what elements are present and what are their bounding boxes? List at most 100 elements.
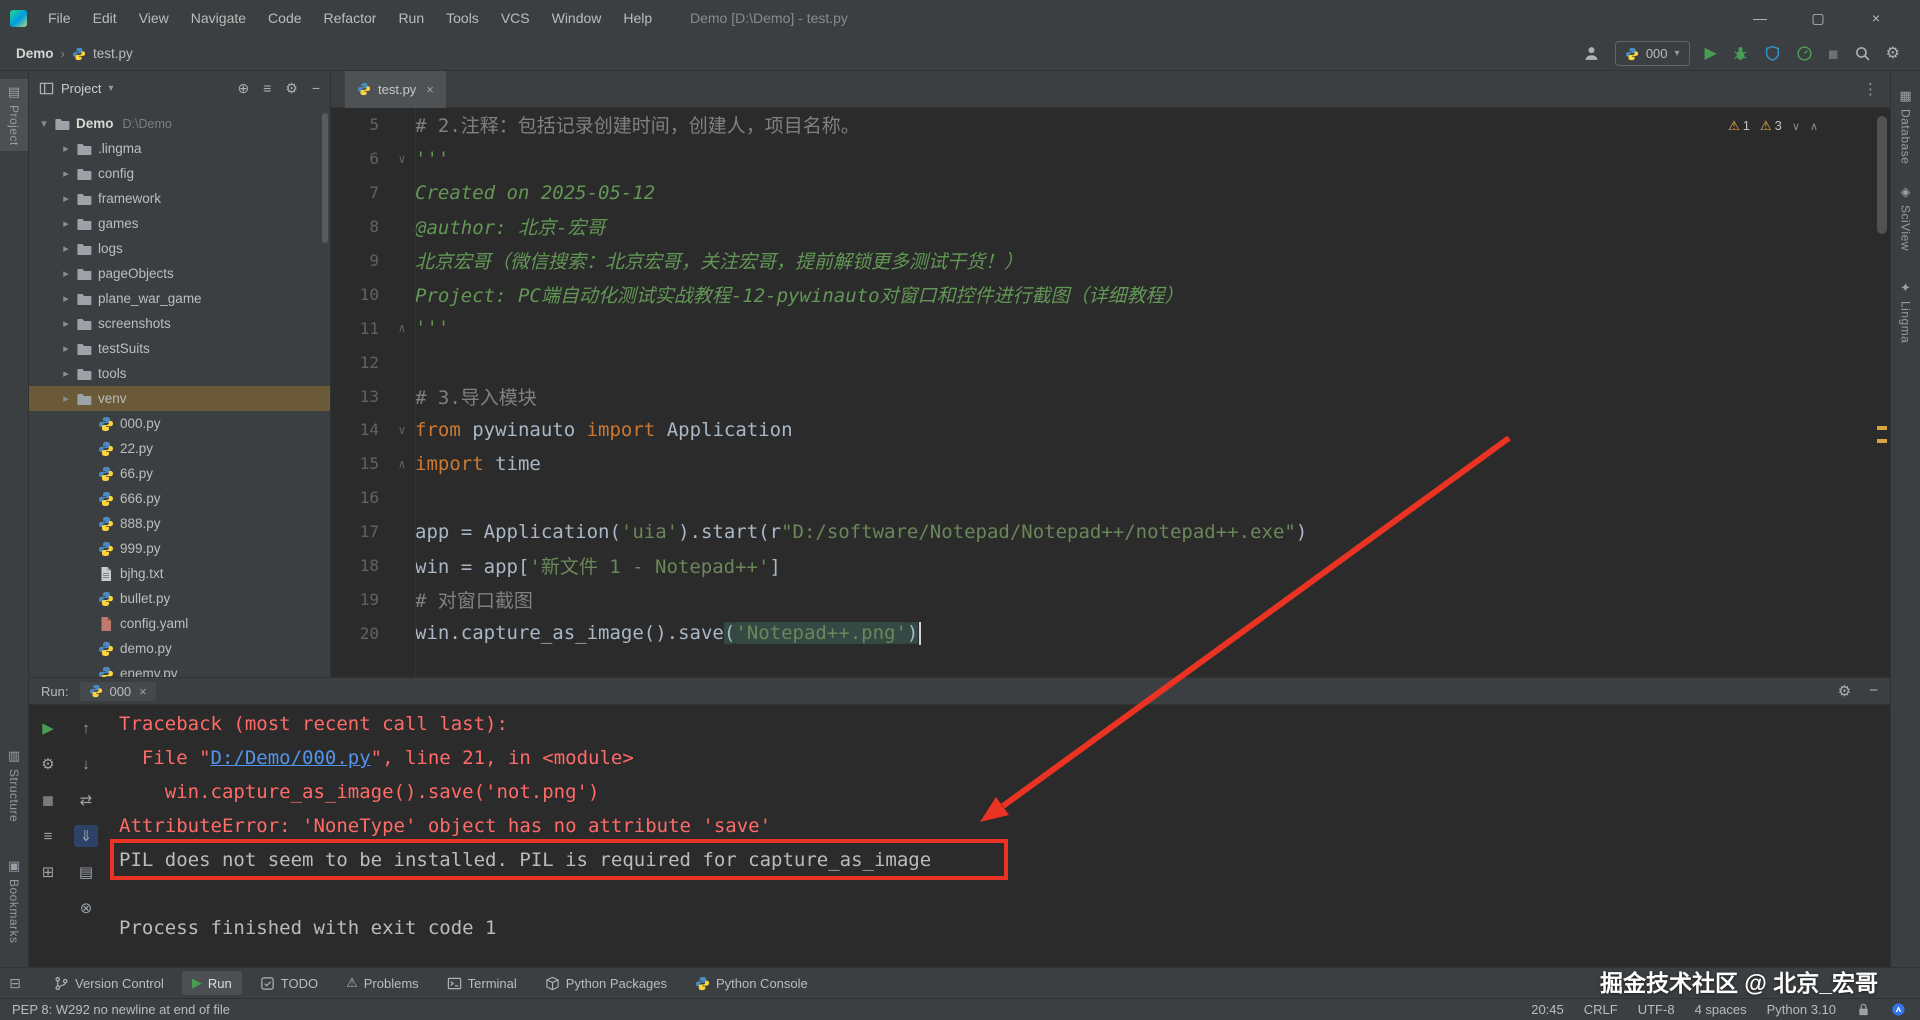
tree-item-bullet-py[interactable]: bullet.py — [29, 586, 330, 611]
hide-panel-button[interactable]: − — [312, 80, 320, 97]
toolwindow-button-python-console[interactable]: Python Console — [685, 972, 818, 995]
editor-tab-test-py[interactable]: test.py × — [345, 70, 446, 108]
menu-item-vcs[interactable]: VCS — [490, 0, 541, 37]
breadcrumb-project[interactable]: Demo — [16, 46, 54, 61]
tree-item--lingma[interactable]: ▸ .lingma — [29, 136, 330, 161]
settings-gear-button[interactable]: ⚙ — [1886, 45, 1900, 62]
panel-settings-button[interactable]: ⚙ — [285, 80, 298, 97]
menu-item-help[interactable]: Help — [612, 0, 663, 37]
tree-item-venv[interactable]: ▸ venv — [29, 386, 330, 411]
chevron-right-icon[interactable]: ▸ — [57, 317, 75, 330]
editor-line-11[interactable]: 11 ∧ ''' — [331, 311, 1890, 345]
minimize-button[interactable]: — — [1750, 0, 1770, 37]
tree-item-enemy-py[interactable]: enemy.py — [29, 661, 330, 677]
menu-item-code[interactable]: Code — [257, 0, 312, 37]
chevron-right-icon[interactable]: ▸ — [57, 167, 75, 180]
inspection-warning-count[interactable]: ⚠ 1 — [1728, 118, 1750, 134]
breadcrumb-file[interactable]: test.py — [93, 46, 133, 61]
chevron-right-icon[interactable]: ▸ — [57, 242, 75, 255]
warning-stripe-mark[interactable] — [1877, 426, 1887, 430]
toolwindow-button-todo[interactable]: TODO — [250, 972, 328, 995]
toolwindow-button-problems[interactable]: ⚠ Problems — [336, 971, 429, 995]
tree-item-demo[interactable]: ▾ Demo D:\Demo — [29, 111, 330, 136]
editor-line-5[interactable]: 5 # 2.注释：包括记录创建时间，创建人，项目名称。 — [331, 108, 1890, 142]
chevron-right-icon[interactable]: ▸ — [57, 142, 75, 155]
stripe-button-project[interactable]: ▤ Project — [0, 79, 28, 151]
editor-line-15[interactable]: 15 ∧ import time — [331, 447, 1890, 481]
editor-line-9[interactable]: 9 北京宏哥（微信搜索：北京宏哥，关注宏哥，提前解锁更多测试干货！） — [331, 244, 1890, 278]
next-stacktrace-button[interactable]: ↓ — [74, 753, 98, 775]
run-configuration-select[interactable]: 000 ▾ — [1614, 41, 1690, 66]
profiler-button[interactable] — [1796, 45, 1813, 62]
menu-item-navigate[interactable]: Navigate — [180, 0, 257, 37]
tree-item-config-yaml[interactable]: config.yaml — [29, 611, 330, 636]
inspection-warning-count[interactable]: ⚠ 3 — [1760, 118, 1782, 134]
editor-line-10[interactable]: 10 Project: PC端自动化测试实战教程-12-pywinauto对窗口和… — [331, 277, 1890, 311]
run-tab-000[interactable]: 000 × — [80, 681, 156, 701]
close-tab-icon[interactable]: × — [139, 684, 147, 699]
coverage-button[interactable] — [1764, 45, 1781, 62]
toolwindow-button-terminal[interactable]: Terminal — [437, 972, 527, 995]
warning-stripe-mark[interactable] — [1877, 439, 1887, 443]
status-item-crlf[interactable]: CRLF — [1584, 1002, 1618, 1017]
tree-item-framework[interactable]: ▸ framework — [29, 186, 330, 211]
tree-item-testsuits[interactable]: ▸ testSuits — [29, 336, 330, 361]
tree-item-66-py[interactable]: 66.py — [29, 461, 330, 486]
tool-window-switcher-icon[interactable]: ⊟ — [0, 975, 30, 992]
menu-item-view[interactable]: View — [128, 0, 180, 37]
editor-line-8[interactable]: 8 @author: 北京-宏哥 — [331, 210, 1890, 244]
project-panel-title[interactable]: Project — [61, 81, 101, 96]
tree-item-demo-py[interactable]: demo.py — [29, 636, 330, 661]
chevron-down-icon[interactable]: ▾ — [108, 83, 113, 94]
scrollbar-thumb[interactable] — [1877, 116, 1887, 234]
debug-button[interactable] — [1732, 45, 1749, 62]
tree-item-config[interactable]: ▸ config — [29, 161, 330, 186]
editor-line-6[interactable]: 6 ∨ ''' — [331, 142, 1890, 176]
stripe-button-lingma[interactable]: ✦ Lingma — [1891, 275, 1920, 348]
editor-line-17[interactable]: 17 app = Application('uia').start(r"D:/so… — [331, 515, 1890, 549]
fold-marker-icon[interactable]: ∨ — [389, 152, 415, 166]
toolwindow-button-version-control[interactable]: Version Control — [44, 972, 174, 995]
print-button[interactable]: ▤ — [74, 861, 98, 883]
more-tabs-icon[interactable]: ⋮ — [1863, 80, 1890, 98]
tree-item-logs[interactable]: ▸ logs — [29, 236, 330, 261]
toolwindow-button-run[interactable]: ▶ Run — [181, 971, 242, 995]
tree-item-games[interactable]: ▸ games — [29, 211, 330, 236]
menu-item-edit[interactable]: Edit — [82, 0, 128, 37]
editor-line-18[interactable]: 18 win = app['新文件 1 - Notepad++'] — [331, 549, 1890, 583]
menu-item-run[interactable]: Run — [387, 0, 435, 37]
editor-line-20[interactable]: 20 win.capture_as_image().save('Notepad++… — [331, 616, 1890, 650]
editor-line-12[interactable]: 12 — [331, 345, 1890, 379]
menu-item-refactor[interactable]: Refactor — [313, 0, 388, 37]
pin-tab-button[interactable]: ⊞ — [36, 861, 60, 883]
run-menu-button[interactable]: ≡ — [36, 825, 60, 847]
chevron-right-icon[interactable]: ▸ — [57, 367, 75, 380]
tree-item-tools[interactable]: ▸ tools — [29, 361, 330, 386]
status-item-4-spaces[interactable]: 4 spaces — [1695, 1002, 1747, 1017]
tree-item-666-py[interactable]: 666.py — [29, 486, 330, 511]
search-everywhere-button[interactable] — [1854, 45, 1871, 62]
toolwindow-button-python-packages[interactable]: Python Packages — [535, 972, 677, 995]
stop-button[interactable]: ◼ — [36, 789, 60, 811]
menu-item-file[interactable]: File — [37, 0, 82, 37]
stripe-button-structure[interactable]: ▥ Structure — [0, 743, 28, 827]
run-button[interactable]: ▶ — [1705, 45, 1717, 62]
rerun-button[interactable]: ▶ — [36, 717, 60, 739]
status-message[interactable]: PEP 8: W292 no newline at end of file — [0, 1002, 230, 1017]
scroll-to-end-button[interactable]: ⇓ — [74, 825, 98, 847]
soft-wrap-button[interactable]: ⇄ — [74, 789, 98, 811]
chevron-right-icon[interactable]: ▸ — [57, 217, 75, 230]
tree-item-plane-war-game[interactable]: ▸ plane_war_game — [29, 286, 330, 311]
lock-icon[interactable] — [1856, 1002, 1871, 1017]
fold-marker-icon[interactable]: ∧ — [389, 321, 415, 335]
fold-marker-icon[interactable]: ∨ — [389, 423, 415, 437]
project-scrollbar[interactable] — [322, 113, 328, 243]
editor-scrollbar[interactable] — [1874, 108, 1890, 676]
chevron-down-icon[interactable]: ∨ — [1792, 120, 1800, 133]
run-console[interactable]: Traceback (most recent call last): File … — [105, 705, 1890, 967]
clear-console-button[interactable]: ⊗ — [74, 897, 98, 919]
stripe-button-bookmarks[interactable]: ▣ Bookmarks — [0, 853, 28, 949]
collapse-all-button[interactable]: ≡ — [263, 80, 271, 97]
fold-marker-icon[interactable]: ∧ — [389, 457, 415, 471]
status-item-utf-8[interactable]: UTF-8 — [1638, 1002, 1675, 1017]
